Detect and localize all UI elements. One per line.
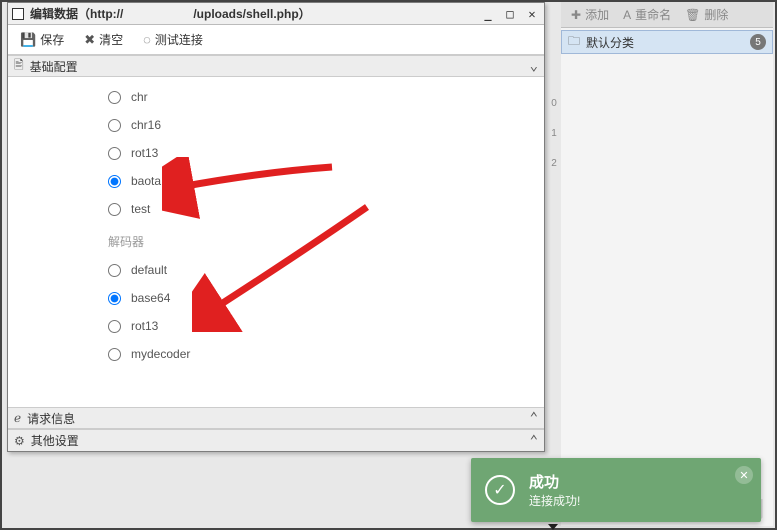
encoder-label-baota: baota: [131, 174, 161, 188]
rename-label: 重命名: [635, 6, 671, 23]
title-path: /uploads/shell.php）: [193, 5, 310, 22]
section-basic-body: chr chr16 rot13 baota test 解码器 default base64…: [8, 77, 544, 407]
folder-icon: 🗀: [568, 32, 580, 53]
encoder-option-chr[interactable]: chr: [108, 83, 544, 111]
section-basic-config[interactable]: 🖹 基础配置 ⌄: [8, 55, 544, 77]
category-row-default[interactable]: 🗀 默认分类 5: [561, 30, 773, 54]
ruler-arrow-icon: [548, 524, 558, 530]
toast-close-button[interactable]: ✕: [735, 466, 753, 484]
clear-button[interactable]: ✖清空: [78, 27, 129, 52]
check-icon: ✓: [485, 475, 515, 505]
options-scroll[interactable]: chr chr16 rot13 baota test 解码器 default base64…: [8, 77, 544, 407]
gear-icon: ⚙: [14, 434, 25, 448]
add-label: 添加: [585, 6, 609, 23]
decoder-label-mydecoder: mydecoder: [131, 347, 190, 361]
delete-category-button[interactable]: 🗑 删除: [679, 4, 734, 25]
trash-icon: 🗑: [685, 8, 700, 22]
section-basic-label: 基础配置: [30, 58, 78, 75]
chevron-up-icon: ⌃: [530, 433, 538, 449]
decoder-option-default[interactable]: default: [108, 256, 544, 284]
clear-icon: ✖: [84, 32, 95, 48]
decoder-radio-default[interactable]: [108, 264, 121, 277]
minimize-button[interactable]: _: [480, 7, 496, 21]
category-toolbar: ✚ 添加 A 重命名 🗑 删除: [561, 2, 773, 28]
decoder-option-rot13[interactable]: rot13: [108, 312, 544, 340]
title-prefix: 编辑数据（http://: [30, 5, 123, 22]
clear-label: 清空: [99, 31, 123, 48]
ruler: 0 1 2: [548, 88, 560, 178]
close-button[interactable]: ✕: [524, 7, 540, 21]
dialog-toolbar: 💾保存 ✖清空 ◌ 测试连接: [8, 25, 544, 55]
maximize-button[interactable]: □: [502, 7, 518, 21]
encoder-label-rot13: rot13: [131, 146, 158, 160]
decoder-label-rot13: rot13: [131, 319, 158, 333]
encoder-label-chr16: chr16: [131, 118, 161, 132]
decoder-label-default: default: [131, 263, 167, 277]
decoder-group-label: 解码器: [108, 233, 544, 250]
dialog-titlebar[interactable]: 编辑数据（http:// /uploads/shell.php） _ □ ✕: [8, 3, 544, 25]
encoder-option-baota[interactable]: baota: [108, 167, 544, 195]
category-count-badge: 5: [750, 34, 766, 50]
save-button[interactable]: 💾保存: [14, 27, 70, 52]
section-other-label: 其他设置: [31, 432, 79, 449]
edit-data-dialog: 编辑数据（http:// /uploads/shell.php） _ □ ✕ 💾…: [7, 2, 545, 452]
section-other-settings[interactable]: ⚙ 其他设置 ⌃: [8, 429, 544, 451]
encoder-label-test: test: [131, 202, 150, 216]
window-icon: [12, 8, 24, 20]
decoder-option-base64[interactable]: base64: [108, 284, 544, 312]
encoder-option-rot13[interactable]: rot13: [108, 139, 544, 167]
test-connection-button[interactable]: ◌ 测试连接: [137, 27, 209, 52]
toast-title: 成功: [529, 471, 580, 492]
section-request-label: 请求信息: [27, 410, 75, 427]
window-controls: _ □ ✕: [480, 7, 540, 21]
encoder-radio-chr16[interactable]: [108, 119, 121, 132]
decoder-radio-rot13[interactable]: [108, 320, 121, 333]
save-label: 保存: [40, 31, 64, 48]
save-icon: 💾: [20, 32, 36, 48]
chevron-down-icon: ⌄: [530, 58, 538, 74]
rename-icon: A: [623, 8, 631, 22]
category-label: 默认分类: [586, 34, 634, 51]
add-category-button[interactable]: ✚ 添加: [565, 4, 615, 25]
toast-message: 连接成功!: [529, 492, 580, 509]
encoder-radio-baota[interactable]: [108, 175, 121, 188]
decoder-radio-mydecoder[interactable]: [108, 348, 121, 361]
delete-label: 删除: [704, 6, 728, 23]
encoder-label-chr: chr: [131, 90, 148, 104]
encoder-radio-test[interactable]: [108, 203, 121, 216]
encoder-radio-chr[interactable]: [108, 91, 121, 104]
encoder-option-test[interactable]: test: [108, 195, 544, 223]
globe-icon: ℯ: [14, 411, 21, 425]
chevron-up-icon: ⌃: [530, 410, 538, 426]
section-request-info[interactable]: ℯ 请求信息 ⌃: [8, 407, 544, 429]
decoder-option-mydecoder[interactable]: mydecoder: [108, 340, 544, 368]
category-panel: ✚ 添加 A 重命名 🗑 删除 🗀 默认分类 5: [561, 2, 773, 526]
test-label: 测试连接: [155, 31, 203, 48]
rename-category-button[interactable]: A 重命名: [617, 4, 677, 25]
decoder-radio-base64[interactable]: [108, 292, 121, 305]
encoder-option-chr16[interactable]: chr16: [108, 111, 544, 139]
app-root: ✚ 添加 A 重命名 🗑 删除 🗀 默认分类 5 0 1 2 编辑数据（http://…: [0, 0, 777, 530]
plus-icon: ✚: [571, 8, 581, 22]
decoder-label-base64: base64: [131, 291, 170, 305]
encoder-radio-rot13[interactable]: [108, 147, 121, 160]
config-icon: 🖹: [14, 56, 24, 77]
spinner-icon: ◌: [143, 32, 151, 47]
toast-success: ✓ 成功 连接成功! ✕: [471, 458, 761, 522]
